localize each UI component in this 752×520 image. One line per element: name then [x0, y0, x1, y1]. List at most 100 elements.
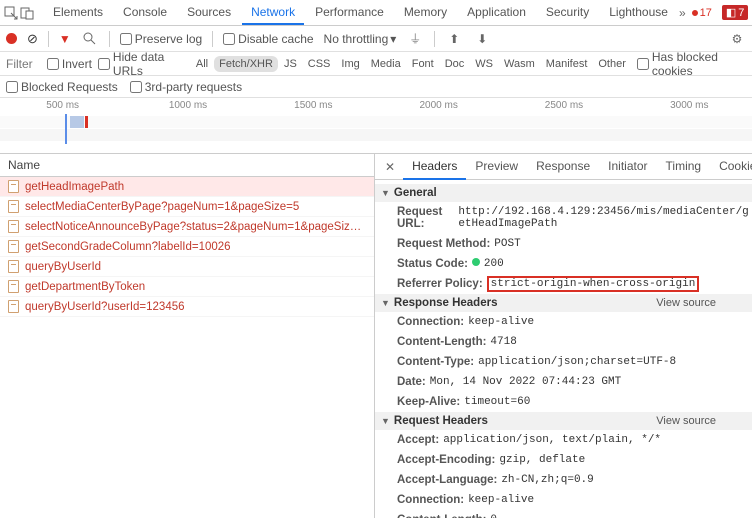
header-key: Keep-Alive: [397, 396, 460, 408]
request-name: getHeadImagePath [25, 181, 124, 193]
request-name: getDepartmentByToken [25, 281, 145, 293]
request-name: selectMediaCenterByPage?pageNum=1&pageSi… [25, 201, 299, 213]
error-badge[interactable]: 17 [688, 6, 716, 20]
request-row[interactable]: getDepartmentByToken [0, 277, 374, 297]
detail-tab-initiator[interactable]: Initiator [599, 154, 656, 180]
tab-lighthouse[interactable]: Lighthouse [600, 1, 677, 25]
preserve-log-checkbox[interactable]: Preserve log [120, 32, 202, 46]
view-source-link[interactable]: View source [656, 415, 716, 427]
preserve-log-label: Preserve log [135, 32, 202, 46]
chip-wasm[interactable]: Wasm [499, 56, 540, 72]
wifi-icon[interactable]: ⏚ [406, 30, 424, 48]
hide-data-checkbox[interactable]: Hide data URLs [98, 50, 185, 78]
chip-other[interactable]: Other [593, 56, 631, 72]
download-icon[interactable]: ⬇ [473, 30, 491, 48]
general-section-header[interactable]: ▼ General [375, 184, 752, 202]
tab-network[interactable]: Network [242, 1, 304, 25]
inspect-icon[interactable] [4, 4, 18, 22]
chip-img[interactable]: Img [336, 56, 364, 72]
blocked-requests-input[interactable] [6, 81, 18, 93]
invert-checkbox[interactable]: Invert [47, 57, 92, 71]
header-row: Status Code:200 [375, 254, 752, 274]
tab-console[interactable]: Console [114, 1, 176, 25]
chip-doc[interactable]: Doc [440, 56, 470, 72]
invert-label: Invert [62, 57, 92, 71]
throttling-select[interactable]: No throttling ▾ [324, 32, 397, 46]
doc-icon [8, 180, 19, 193]
request-headers-section-header[interactable]: ▼ Request Headers View source [375, 412, 752, 430]
request-row[interactable]: selectNoticeAnnounceByPage?status=2&page… [0, 217, 374, 237]
detail-tab-cookies[interactable]: Cookies [710, 154, 752, 180]
chip-ws[interactable]: WS [470, 56, 498, 72]
request-name: selectNoticeAnnounceByPage?status=2&page… [25, 221, 366, 233]
tab-security[interactable]: Security [537, 1, 598, 25]
detail-tab-preview[interactable]: Preview [466, 154, 527, 180]
tab-performance[interactable]: Performance [306, 1, 393, 25]
view-source-link[interactable]: View source [656, 297, 716, 309]
header-row: Content-Length:4718 [375, 332, 752, 352]
chip-css[interactable]: CSS [303, 56, 336, 72]
doc-icon [8, 220, 19, 233]
header-row: Connection:keep-alive [375, 490, 752, 510]
chip-font[interactable]: Font [407, 56, 439, 72]
blocked-requests-checkbox[interactable]: Blocked Requests [6, 80, 118, 94]
collapse-icon: ▼ [381, 416, 390, 426]
header-key: Connection: [397, 494, 464, 506]
header-row: Accept-Language:zh-CN,zh;q=0.9 [375, 470, 752, 490]
request-row[interactable]: getSecondGradeColumn?labelId=10026 [0, 237, 374, 257]
upload-icon[interactable]: ⬆ [445, 30, 463, 48]
search-icon[interactable] [81, 30, 99, 48]
record-button[interactable] [6, 33, 17, 44]
doc-icon [8, 300, 19, 313]
chip-js[interactable]: JS [279, 56, 302, 72]
timeline-overview[interactable]: 500 ms1000 ms1500 ms2000 ms2500 ms3000 m… [0, 98, 752, 154]
name-column-header[interactable]: Name [0, 154, 374, 177]
hide-data-input[interactable] [98, 58, 110, 70]
blocked-cookies-checkbox[interactable]: Has blocked cookies [637, 50, 746, 78]
header-value: keep-alive [468, 316, 534, 328]
device-icon[interactable] [20, 4, 34, 22]
blocked-cookies-input[interactable] [637, 58, 649, 70]
chevron-down-icon: ▾ [390, 32, 396, 46]
close-details-button[interactable]: ✕ [379, 160, 401, 174]
header-key: Content-Length: [397, 514, 486, 518]
disable-cache-input[interactable] [223, 33, 235, 45]
detail-tab-response[interactable]: Response [527, 154, 599, 180]
filter-input[interactable]: Filter [6, 57, 41, 71]
third-party-checkbox[interactable]: 3rd-party requests [130, 80, 242, 94]
invert-input[interactable] [47, 58, 59, 70]
response-headers-section-header[interactable]: ▼ Response Headers View source [375, 294, 752, 312]
warn-badge[interactable]: ◧ 7 [722, 5, 749, 20]
separator [434, 31, 435, 47]
request-row[interactable]: getHeadImagePath [0, 177, 374, 197]
filter-icon[interactable]: ▼ [59, 32, 71, 46]
highlighted-value: strict-origin-when-cross-origin [487, 276, 700, 292]
request-headers-label: Request Headers [394, 415, 488, 427]
detail-tab-headers[interactable]: Headers [403, 154, 466, 180]
chip-fetch-xhr[interactable]: Fetch/XHR [214, 56, 278, 72]
tab-elements[interactable]: Elements [44, 1, 112, 25]
header-key: Connection: [397, 316, 464, 328]
timeline-bar [70, 116, 84, 128]
chip-manifest[interactable]: Manifest [541, 56, 593, 72]
tab-memory[interactable]: Memory [395, 1, 456, 25]
request-row[interactable]: queryByUserId?userId=123456 [0, 297, 374, 317]
tab-sources[interactable]: Sources [178, 1, 240, 25]
third-party-input[interactable] [130, 81, 142, 93]
settings-icon[interactable]: ⚙ [728, 30, 746, 48]
timeline-tick: 1500 ms [251, 100, 376, 111]
preserve-log-input[interactable] [120, 33, 132, 45]
request-row[interactable]: queryByUserId [0, 257, 374, 277]
detail-tab-timing[interactable]: Timing [657, 154, 711, 180]
tab-application[interactable]: Application [458, 1, 535, 25]
disable-cache-checkbox[interactable]: Disable cache [223, 32, 313, 46]
request-row[interactable]: selectMediaCenterByPage?pageNum=1&pageSi… [0, 197, 374, 217]
header-value: Mon, 14 Nov 2022 07:44:23 GMT [430, 376, 621, 388]
header-key: Accept: [397, 434, 439, 446]
more-tabs-icon[interactable]: » [679, 4, 686, 22]
details-pane: ✕ HeadersPreviewResponseInitiatorTimingC… [375, 154, 752, 518]
timeline-tick: 1000 ms [125, 100, 250, 111]
clear-button[interactable]: ⊘ [27, 31, 38, 47]
chip-media[interactable]: Media [366, 56, 406, 72]
chip-all[interactable]: All [191, 56, 213, 72]
